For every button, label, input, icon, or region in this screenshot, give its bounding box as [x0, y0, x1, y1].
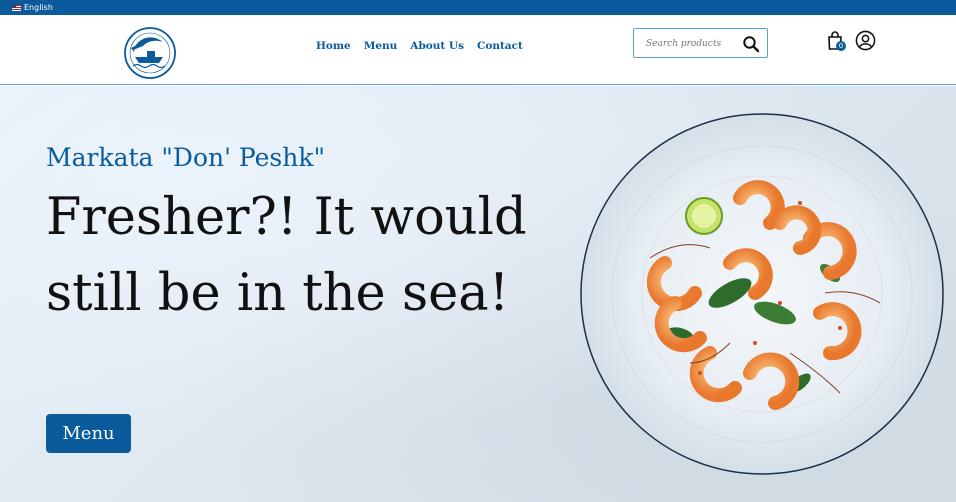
cart-count-badge: 0: [836, 41, 846, 51]
language-selector[interactable]: English: [24, 3, 53, 12]
nav-menu[interactable]: Menu: [364, 40, 398, 52]
us-flag-icon: [12, 4, 21, 11]
nav-contact[interactable]: Contact: [477, 40, 523, 52]
hero-banner: Markata "Don' Peshk" Fresher?! It would …: [0, 86, 956, 502]
user-icon[interactable]: [855, 30, 876, 51]
hero-headline: Fresher?! It would still be in the sea!: [46, 188, 527, 323]
search-box: [633, 28, 768, 58]
shrimp-plate-image: [580, 113, 944, 475]
hero-subtitle: Markata "Don' Peshk": [46, 143, 325, 172]
search-input[interactable]: [646, 36, 736, 52]
nav-about-us[interactable]: About Us: [410, 40, 464, 52]
nav-home[interactable]: Home: [316, 40, 351, 52]
cart-button[interactable]: 0: [826, 31, 846, 53]
logo[interactable]: [123, 26, 177, 80]
main-nav: Home Menu About Us Contact: [316, 40, 523, 52]
menu-button[interactable]: Menu: [46, 414, 131, 453]
language-bar: English: [0, 0, 956, 15]
site-header: Home Menu About Us Contact 0: [0, 15, 956, 85]
search-icon[interactable]: [742, 35, 760, 53]
